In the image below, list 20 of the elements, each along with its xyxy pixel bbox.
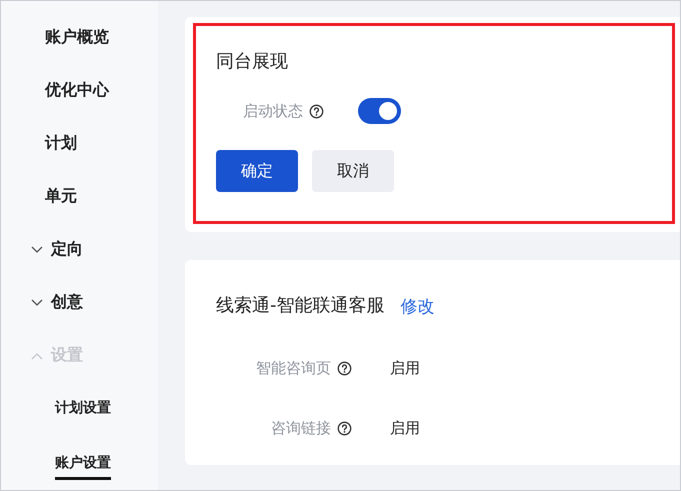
cancel-button[interactable]: 取消 — [312, 150, 394, 192]
help-icon[interactable] — [309, 104, 324, 118]
nav-item[interactable]: 账户概览 — [45, 27, 109, 48]
help-icon[interactable] — [337, 420, 352, 436]
toggle-switch[interactable] — [358, 98, 401, 124]
field-label: 启动状态 — [243, 102, 303, 120]
edit-link[interactable]: 修改 — [400, 294, 434, 318]
nav-item[interactable]: 创意 — [51, 292, 83, 313]
nav-item[interactable]: 优化中心 — [45, 80, 109, 101]
card-title: 同台展现 — [216, 50, 289, 74]
nav-item[interactable]: 定向 — [51, 239, 83, 260]
field-label: 智能咨询页 — [256, 358, 331, 378]
confirm-button[interactable]: 确定 — [216, 150, 298, 192]
nav-item[interactable]: 单元 — [45, 186, 77, 207]
nav-item[interactable]: 计划 — [45, 133, 77, 154]
help-icon[interactable] — [337, 360, 352, 376]
field-value: 启用 — [390, 358, 420, 378]
field-label: 咨询链接 — [271, 418, 331, 438]
field-value: 启用 — [390, 418, 420, 438]
card-title: 线索通-智能联通客服 — [216, 294, 384, 318]
